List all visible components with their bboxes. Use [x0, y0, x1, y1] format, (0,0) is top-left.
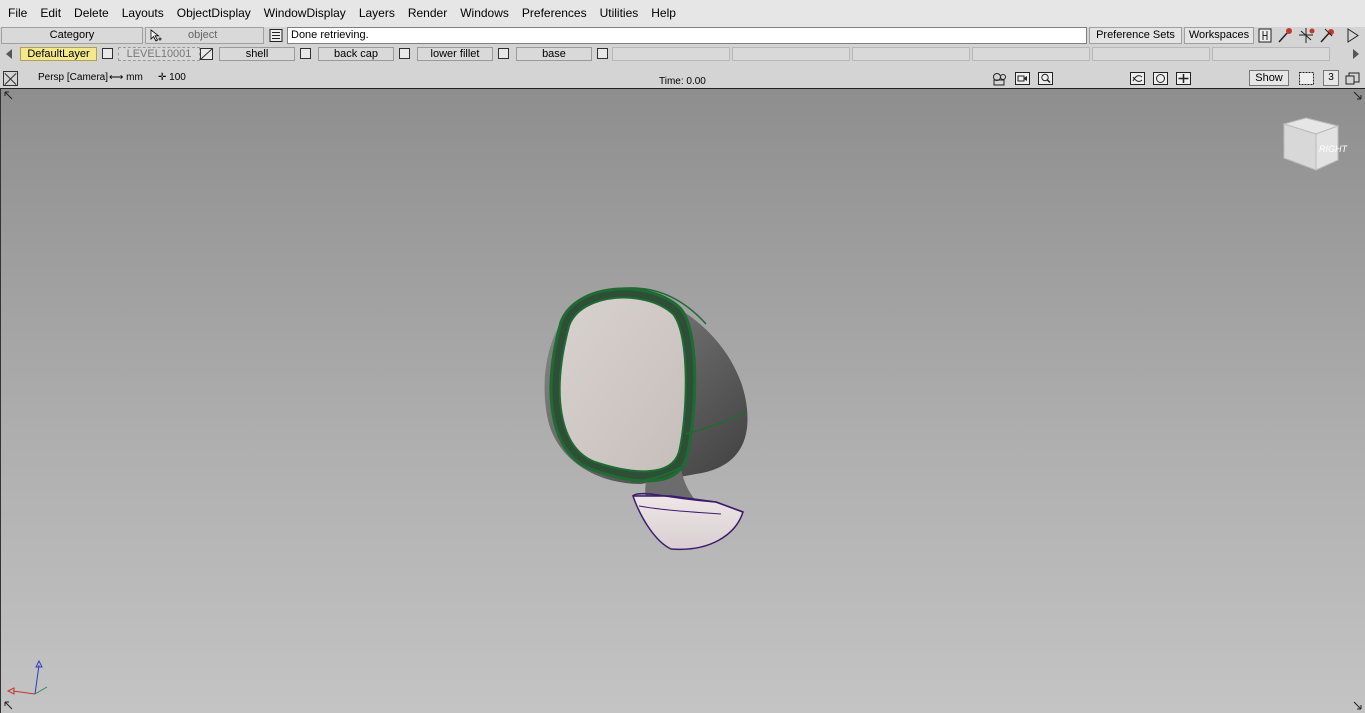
layer-bar: DefaultLayer LEVEL10001 shell back cap l… [0, 45, 1365, 65]
snap-tool-icon[interactable] [1318, 27, 1338, 44]
view-cube[interactable]: RIGHT [1276, 114, 1348, 179]
layer-slot[interactable] [1092, 47, 1210, 61]
category-dropdown[interactable]: Category [1, 27, 143, 44]
axis-triad [6, 659, 48, 695]
layer-shell-checkbox[interactable] [300, 48, 311, 59]
viewport-time: Time: 0.00 [659, 76, 706, 87]
menu-layouts[interactable]: Layouts [116, 0, 171, 27]
menu-help[interactable]: Help [645, 0, 683, 27]
palette-icon[interactable] [1256, 27, 1276, 44]
camera-icon[interactable] [991, 71, 1008, 86]
layer-base[interactable]: base [516, 47, 592, 61]
layer-level[interactable]: LEVEL10001 [118, 47, 200, 61]
menu-preferences[interactable]: Preferences [516, 0, 594, 27]
layer-slot[interactable] [1212, 47, 1330, 61]
grid-toggle-icon[interactable] [1298, 71, 1315, 86]
layer-slot[interactable] [972, 47, 1090, 61]
menu-windows[interactable]: Windows [454, 0, 516, 27]
layer-lower-fillet-checkbox[interactable] [498, 48, 509, 59]
scroll-right-icon[interactable] [1353, 49, 1359, 59]
layer-back-cap-checkbox[interactable] [399, 48, 410, 59]
viewport-grid: ✛ 100 [158, 72, 186, 83]
viewport-camera-label[interactable]: Persp [Camera] [38, 72, 108, 83]
movie-camera-icon[interactable] [1014, 71, 1031, 86]
menu-utilities[interactable]: Utilities [594, 0, 646, 27]
pick-cursor-icon [150, 29, 162, 42]
layer-base-checkbox[interactable] [597, 48, 608, 59]
status-field: Done retrieving. [287, 27, 1087, 44]
menu-objectdisplay[interactable]: ObjectDisplay [171, 0, 258, 27]
layer-slot[interactable] [852, 47, 970, 61]
layer-default-checkbox[interactable] [102, 48, 113, 59]
object-selector[interactable]: object [145, 27, 264, 44]
preference-sets-button[interactable]: Preference Sets [1089, 27, 1182, 44]
show-button[interactable]: Show [1249, 70, 1289, 86]
zoom-icon[interactable] [1037, 71, 1054, 86]
maximize-viewport-icon[interactable] [1344, 71, 1361, 86]
viewport-units: ⟷ mm [109, 72, 143, 83]
viewport-close-icon[interactable] [3, 71, 18, 86]
menu-layers[interactable]: Layers [353, 0, 402, 27]
menu-edit[interactable]: Edit [34, 0, 68, 27]
menu-render[interactable]: Render [402, 0, 454, 27]
menu-delete[interactable]: Delete [68, 0, 116, 27]
layer-back-cap[interactable]: back cap [318, 47, 394, 61]
corner-resize-icon[interactable] [1353, 91, 1363, 101]
menu-bar: File Edit Delete Layouts ObjectDisplay W… [0, 0, 1365, 27]
transform-tool-icon[interactable] [1297, 27, 1317, 44]
workspaces-button[interactable]: Workspaces [1184, 27, 1254, 44]
layout-number-button[interactable]: 3 [1323, 70, 1339, 86]
expand-right-icon[interactable] [1343, 27, 1363, 44]
fit-view-icon[interactable] [1152, 71, 1169, 86]
pick-tool-icon[interactable] [1276, 27, 1296, 44]
layer-slot[interactable] [732, 47, 850, 61]
scroll-left-icon[interactable] [6, 49, 12, 59]
object-label: object [188, 29, 218, 41]
tumble-icon[interactable] [1129, 71, 1146, 86]
layer-slot[interactable] [612, 47, 730, 61]
control-toolbar: Category object Done retrieving. Prefere… [0, 27, 1365, 45]
list-icon[interactable] [268, 28, 284, 43]
corner-resize-icon[interactable] [1353, 701, 1363, 711]
menu-file[interactable]: File [2, 0, 34, 27]
perspective-viewport[interactable]: RIGHT [0, 89, 1365, 713]
layer-edit-icon[interactable] [200, 48, 213, 60]
corner-resize-icon[interactable] [4, 91, 14, 101]
mirror-model[interactable] [521, 284, 761, 569]
layer-default[interactable]: DefaultLayer [20, 47, 97, 61]
view-cube-face-label: RIGHT [1319, 144, 1348, 154]
layer-shell[interactable]: shell [219, 47, 295, 61]
layer-lower-fillet[interactable]: lower fillet [417, 47, 493, 61]
menu-windowdisplay[interactable]: WindowDisplay [258, 0, 353, 27]
grid-value: 100 [169, 72, 186, 83]
viewport-header: Persp [Camera] ⟷ mm ✛ 100 Time: 0.00 Sho… [0, 67, 1365, 89]
pan-icon[interactable] [1175, 71, 1192, 86]
units-value: mm [126, 72, 143, 83]
